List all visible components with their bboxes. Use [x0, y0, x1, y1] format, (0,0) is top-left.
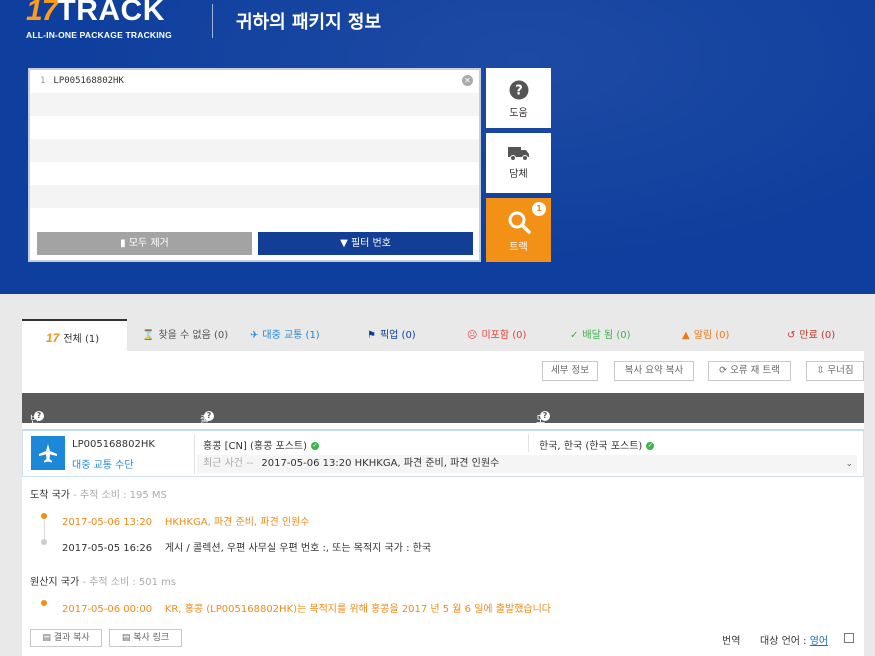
check-icon: ✓: [646, 442, 655, 450]
tab-expired-label: 만료 (0): [799, 330, 836, 341]
help-icon[interactable]: ?: [540, 411, 550, 421]
header-banner: 17TRACK ALL-IN-ONE PACKAGE TRACKING 귀하의 …: [0, 0, 875, 294]
translate-label: 번역: [722, 636, 741, 647]
timeline-dot: [41, 513, 47, 519]
tab-in-transit[interactable]: ✈ 대중 교통 (1): [250, 319, 320, 351]
tracking-textarea[interactable]: [30, 70, 479, 230]
logo-tagline: ALL-IN-ONE PACKAGE TRACKING: [26, 30, 172, 40]
timeline-line: [44, 518, 45, 540]
shipment-row[interactable]: LP005168802HK 대중 교통 수단 홍콩 [CN] (홍콩 포스트) ✓…: [22, 429, 864, 477]
transit-status-icon: [31, 436, 65, 470]
check-icon: ✓: [570, 330, 579, 341]
collapse-icon: ⇳: [816, 365, 825, 376]
shipment-status: 대중 교통 수단: [72, 460, 134, 471]
timeline-dot: [41, 600, 47, 606]
check-icon: ✓: [311, 442, 320, 450]
copy-summary-button[interactable]: 복사 요약 복사: [614, 361, 694, 381]
latest-event-label: 최근 사건 --: [203, 458, 254, 469]
tab-all-label: 전체 (1): [63, 334, 100, 345]
track-button[interactable]: 트랙 1: [486, 198, 551, 262]
help-button[interactable]: ? 도움: [486, 68, 551, 128]
divider: [194, 434, 195, 474]
tab-undelivered[interactable]: ☹ 미포함 (0): [467, 319, 526, 351]
sad-face-icon: ☹: [467, 330, 478, 341]
status-tabs: 17 전체 (1) ⌛ 찾을 수 없음 (0) ✈ 대중 교통 (1) ⚑ 픽업 (0)…: [22, 319, 864, 351]
table-header: 번호 (상태)? 출발지 (이동 통신사)? 도착지 (이동 통신사)?: [22, 393, 864, 531]
origin-section-title: 원산지 국가 - 추적 소비 : 501 ms: [30, 577, 177, 588]
history-icon: ↺: [787, 330, 796, 341]
plane-icon: [39, 444, 57, 463]
truck-icon: [507, 147, 529, 161]
tab-delivered[interactable]: ✓ 배달 됨 (0): [570, 319, 631, 351]
copy-icon: ▤: [42, 633, 51, 643]
hourglass-icon: ⌛: [142, 330, 155, 341]
origin-carrier: 홍콩 [CN] (홍콩 포스트) ✓: [203, 441, 320, 452]
tab-not-found-label: 찾을 수 없음 (0): [158, 330, 229, 341]
help-label: 도움: [509, 108, 528, 119]
copy-link-button[interactable]: ▤ 복사 링크: [109, 629, 182, 647]
page-title: 귀하의 패키지 정보: [236, 12, 382, 33]
tab-all[interactable]: 17 전체 (1): [22, 319, 127, 351]
svg-text:?: ?: [515, 84, 523, 99]
retrack-errors-label: 오류 재 트랙: [730, 365, 780, 376]
logo-number: 17: [26, 0, 58, 27]
divider: [528, 434, 529, 452]
destination-section-title: 도착 국가 - 추적 소비 : 195 MS: [30, 490, 167, 501]
tracking-number[interactable]: LP005168802HK: [72, 439, 155, 450]
chevron-down-icon[interactable]: ⌄: [845, 455, 853, 473]
tab-alert[interactable]: ▲ 알림 (0): [682, 319, 729, 351]
target-language: 대상 언어 : 영어: [760, 636, 829, 647]
track-label: 트랙: [509, 242, 528, 253]
copy-icon: ▤: [121, 633, 131, 643]
logo-17-icon: 17: [46, 331, 60, 345]
collapse-button[interactable]: ⇳ 무너짐: [806, 361, 864, 381]
header-divider: [212, 4, 213, 38]
latest-event-bar[interactable]: 최근 사건 -- 2017-05-06 13:20 HKHKGA, 파견 준비, …: [197, 455, 857, 473]
timeline-dot: [41, 539, 47, 545]
filter-icon: ▼: [340, 238, 348, 249]
plane-icon: ✈: [250, 330, 259, 341]
copy-result-button[interactable]: ▤ 결과 복사: [30, 629, 102, 647]
tracking-input-panel[interactable]: 1 LP005168802HK ✕ ▮ 모두 제거 ▼ 필터 번호: [28, 68, 481, 262]
retrack-errors-button[interactable]: ⟳ 오류 재 트랙: [708, 361, 791, 381]
tab-pickup[interactable]: ⚑ 픽업 (0): [367, 319, 416, 351]
event-row: 2017-05-05 16:26 게시 / 콜렉션, 우편 사무실 우편 번호 …: [62, 543, 432, 554]
tab-in-transit-label: 대중 교통 (1): [262, 330, 320, 341]
line-number: 1: [40, 76, 46, 86]
filter-label: 필터 번호: [350, 238, 391, 249]
details-button[interactable]: 세부 정보: [542, 361, 598, 381]
collapse-label: 무너짐: [827, 365, 854, 376]
translate-checkbox[interactable]: [844, 633, 854, 643]
destination-carrier: 한국, 한국 (한국 포스트) ✓: [539, 441, 655, 452]
help-icon[interactable]: ?: [34, 411, 44, 421]
tracking-line: 1 LP005168802HK: [40, 76, 124, 86]
clear-all-button[interactable]: ▮ 모두 제거: [37, 232, 252, 255]
tab-pickup-label: 픽업 (0): [379, 330, 416, 341]
refresh-icon: ⟳: [719, 365, 728, 376]
warning-icon: ▲: [682, 330, 690, 341]
bulk-label: 담체: [509, 169, 528, 180]
logo-word: TRACK: [57, 0, 165, 27]
latest-event-text: 2017-05-06 13:20 HKHKGA, 파견 준비, 파견 인원수: [261, 458, 500, 469]
clear-line-icon[interactable]: ✕: [462, 75, 473, 86]
results-panel: 세부 정보 복사 요약 복사 ⟳ 오류 재 트랙 ⇳ 무너짐 번호 (상태)? …: [22, 351, 864, 656]
help-icon: ?: [509, 80, 528, 100]
bulk-button[interactable]: 담체: [486, 133, 551, 193]
tab-expired[interactable]: ↺ 만료 (0): [787, 319, 835, 351]
filter-numbers-button[interactable]: ▼ 필터 번호: [258, 232, 473, 255]
event-row: 2017-05-06 13:20 HKHKGA, 파견 준비, 파견 인원수: [62, 517, 310, 528]
tab-not-found[interactable]: ⌛ 찾을 수 없음 (0): [142, 319, 228, 351]
tab-undelivered-label: 미포함 (0): [481, 330, 527, 341]
search-icon: [508, 211, 531, 234]
event-row: 2017-05-06 00:00 KR, 홍콩 (LP005168802HK)는…: [62, 604, 551, 615]
clear-all-label: 모두 제거: [128, 238, 169, 249]
flag-icon: ⚑: [367, 330, 376, 341]
language-link[interactable]: 영어: [810, 636, 828, 647]
tracking-value: LP005168802HK: [53, 76, 124, 86]
tab-delivered-label: 배달 됨 (0): [582, 330, 631, 341]
tab-alert-label: 알림 (0): [693, 330, 730, 341]
help-icon[interactable]: ?: [204, 411, 214, 421]
trash-icon: ▮: [120, 238, 126, 249]
track-count-badge: 1: [532, 202, 546, 216]
